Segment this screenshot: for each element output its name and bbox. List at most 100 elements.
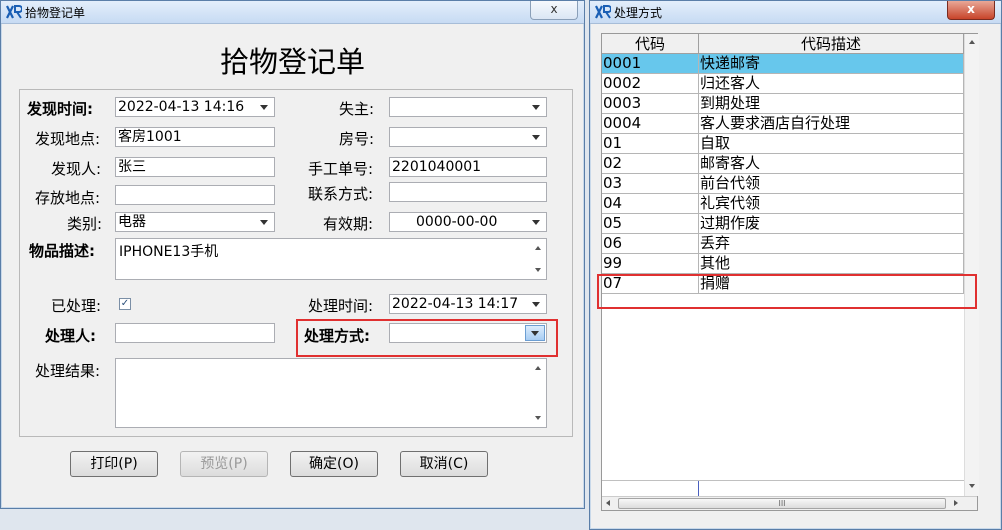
main-titlebar[interactable]: 拾物登记单 x [1,1,584,24]
row-code: 04 [602,194,699,214]
row-code: 05 [602,214,699,234]
table-row[interactable]: 99 其他 [602,254,964,274]
finder-input[interactable]: 张三 [115,157,275,177]
valid-until-label: 有效期: [323,215,374,233]
code-grid[interactable]: 代码 代码描述 0001 快递邮寄 0002 归还客人 0003 到期处理 0004 客人要求… [601,33,979,511]
app-logo-icon [6,5,22,19]
lost-item-window: 拾物登记单 x 拾物登记单 发现时间: 2022-04-13 14:16 发现地… [0,0,585,509]
result-scrollbar[interactable] [530,359,546,427]
contact-input[interactable] [389,182,547,202]
hscroll-thumb[interactable]: III [618,498,946,509]
contact-label: 联系方式: [308,185,374,203]
category-value: 电器 [118,214,146,230]
process-time-value: 2022-04-13 14:17 [392,296,519,312]
manual-no-input[interactable]: 2201040001 [389,157,547,177]
manual-no-value: 2201040001 [392,159,482,175]
row-code: 02 [602,154,699,174]
manual-no-label: 手工单号: [308,160,374,178]
item-desc-textarea[interactable]: IPHONE13手机 [115,238,547,280]
row-code: 0001 [602,54,699,74]
scroll-down-icon[interactable] [535,268,541,272]
popup-close-button[interactable]: x [947,1,995,20]
popup-titlebar[interactable]: 处理方式 x [590,1,1001,24]
table-row[interactable]: 03 前台代领 [602,174,964,194]
process-method-highlight [296,319,558,357]
finder-value: 张三 [118,159,146,175]
storage-place-input[interactable] [115,185,275,205]
row-desc: 客人要求酒店自行处理 [699,114,964,134]
scroll-right-icon[interactable] [954,500,958,506]
room-no-label: 房号: [339,130,375,148]
process-time-label: 处理时间: [308,297,374,315]
found-time-label: 发现时间: [27,100,93,118]
row-desc: 邮寄客人 [699,154,964,174]
donate-row-highlight [597,274,977,309]
row-code: 0003 [602,94,699,114]
handler-input[interactable] [115,323,275,343]
form-title: 拾物登记单 [219,45,365,79]
table-row[interactable]: 0003 到期处理 [602,94,964,114]
row-code: 06 [602,234,699,254]
print-button[interactable]: 打印(P) [70,451,158,477]
valid-until-combo[interactable]: 0000-00-00 [389,212,547,232]
table-row[interactable]: 02 邮寄客人 [602,154,964,174]
found-time-value: 2022-04-13 14:16 [118,99,245,115]
grid-vertical-scrollbar[interactable] [964,34,979,496]
cancel-button[interactable]: 取消(C) [400,451,488,477]
owner-combo[interactable] [389,97,547,117]
popup-window-title: 处理方式 [614,6,663,20]
found-time-combo[interactable]: 2022-04-13 14:16 [115,97,275,117]
room-no-combo[interactable] [389,127,547,147]
scroll-down-icon[interactable] [969,484,975,488]
found-place-value: 客房1001 [118,129,182,145]
processed-label: 已处理: [51,297,102,315]
table-row[interactable]: 06 丢弃 [602,234,964,254]
category-combo[interactable]: 电器 [115,212,275,232]
row-code: 0004 [602,114,699,134]
chevron-down-icon [532,302,540,307]
scroll-up-icon[interactable] [535,246,541,250]
row-code: 99 [602,254,699,274]
row-desc: 丢弃 [699,234,964,254]
chevron-down-icon [260,220,268,225]
table-row[interactable]: 05 过期作废 [602,214,964,234]
scroll-down-icon[interactable] [535,416,541,420]
storage-place-label: 存放地点: [35,189,101,207]
row-desc: 礼宾代领 [699,194,964,214]
item-desc-scrollbar[interactable] [530,239,546,279]
preview-button[interactable]: 预览(P) [180,451,268,477]
found-place-input[interactable]: 客房1001 [115,127,275,147]
row-desc: 过期作废 [699,214,964,234]
table-row[interactable]: 0002 归还客人 [602,74,964,94]
scroll-up-icon[interactable] [535,366,541,370]
main-window-title: 拾物登记单 [25,6,86,20]
table-row[interactable]: 04 礼宾代领 [602,194,964,214]
table-row[interactable]: 0001 快递邮寄 [602,54,964,74]
table-row[interactable]: 0004 客人要求酒店自行处理 [602,114,964,134]
grid-horizontal-scrollbar[interactable]: III [602,496,977,510]
found-place-label: 发现地点: [35,130,101,148]
scroll-up-icon[interactable] [969,40,975,44]
process-time-combo[interactable]: 2022-04-13 14:17 [389,294,547,314]
process-method-window: 处理方式 x 代码 代码描述 0001 快递邮寄 0002 归还客人 0003 到期处理 0… [589,0,1002,530]
processed-checkbox[interactable]: ✓ [119,298,131,310]
chevron-down-icon [532,105,540,110]
finder-label: 发现人: [51,160,102,178]
valid-until-value: 0000-00-00 [416,214,498,230]
handler-label: 处理人: [45,327,96,345]
column-header-code[interactable]: 代码 [602,34,699,54]
result-textarea[interactable] [115,358,547,428]
row-code: 03 [602,174,699,194]
app-logo-icon [595,5,611,19]
column-header-desc[interactable]: 代码描述 [699,34,964,54]
category-label: 类别: [67,215,103,233]
ok-button[interactable]: 确定(O) [290,451,378,477]
scroll-left-icon[interactable] [606,500,610,506]
table-row[interactable]: 01 自取 [602,134,964,154]
row-code: 01 [602,134,699,154]
grid-footer [602,480,964,497]
chevron-down-icon [532,135,540,140]
main-close-button[interactable]: x [530,1,578,20]
owner-label: 失主: [339,100,375,118]
result-label: 处理结果: [35,362,101,380]
